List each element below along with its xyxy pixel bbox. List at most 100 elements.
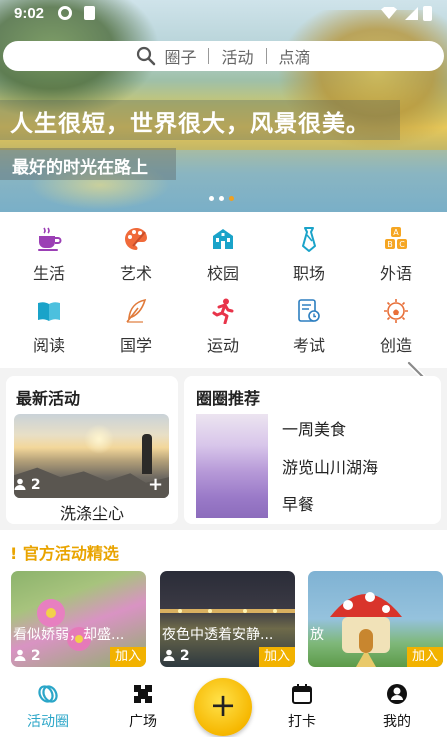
category-label: 国学 xyxy=(119,336,152,355)
category-reading[interactable]: 阅读 xyxy=(19,298,79,356)
signal-icon xyxy=(405,7,418,20)
member-count-value: 2 xyxy=(30,477,41,493)
palette-icon xyxy=(125,228,147,250)
category-workplace[interactable]: 职场 xyxy=(279,226,339,284)
app-screen: 9:02 圈子 活动 点滴 人生很短，世界很大，风景很美。 最好的时光在路上 生… xyxy=(0,0,447,737)
pager-dot-active xyxy=(229,196,234,201)
exam-paper-icon xyxy=(298,299,320,322)
status-time: 9:02 xyxy=(14,5,45,22)
lavender-field-image[interactable] xyxy=(196,414,268,518)
svg-text:C: C xyxy=(399,240,405,249)
search-tab-circles[interactable]: 圈子 xyxy=(164,44,196,68)
category-sinology[interactable]: 国学 xyxy=(106,298,166,356)
wifi-icon xyxy=(381,7,397,19)
category-label: 创造 xyxy=(379,336,412,355)
person-silhouette xyxy=(142,434,152,474)
coffee-cup-icon xyxy=(38,227,62,251)
banner-pager-dots xyxy=(209,196,234,201)
category-life[interactable]: 生活 xyxy=(19,226,79,284)
search-divider xyxy=(265,48,267,64)
member-count: 2 xyxy=(163,648,190,664)
nav-item-checkin[interactable]: 打卡 xyxy=(267,683,337,731)
svg-text:B: B xyxy=(387,240,393,249)
calendar-icon xyxy=(292,684,312,704)
user-profile-icon xyxy=(387,684,407,704)
lightbulb-gear-icon xyxy=(384,299,408,323)
pager-dot xyxy=(219,196,224,201)
latest-activity-card[interactable]: 最新活动 2 + 洗涤尘心 xyxy=(6,376,178,524)
member-count-value: 2 xyxy=(179,648,190,664)
latest-activity-title: 最新活动 xyxy=(16,389,81,408)
official-section-title: ! 官方活动精选 xyxy=(10,540,119,564)
running-person-icon xyxy=(212,298,234,324)
official-tile[interactable]: 放 加入 xyxy=(308,571,443,667)
category-language[interactable]: A B C 外语 xyxy=(366,226,426,284)
search-bar[interactable]: 圈子 活动 点滴 xyxy=(3,41,444,71)
join-button[interactable]: 加入 xyxy=(259,647,295,667)
plaza-grid-icon xyxy=(134,685,152,703)
recommend-item[interactable]: 一周美食 xyxy=(282,416,346,440)
recommend-card: 圈圈推荐 一周美食 游览山川湖海 早餐 xyxy=(184,376,441,524)
banner-subline: 最好的时光在路上 xyxy=(0,148,176,180)
member-count: 2 xyxy=(14,648,41,664)
person-icon xyxy=(14,649,26,661)
official-tile[interactable]: 看似娇弱，却盛... 2 加入 xyxy=(11,571,146,667)
person-icon xyxy=(163,649,175,661)
category-label: 运动 xyxy=(206,336,239,355)
status-bar: 9:02 xyxy=(0,0,447,28)
nav-label: 广场 xyxy=(129,714,157,730)
svg-text:A: A xyxy=(393,228,399,237)
add-fab-button[interactable]: + xyxy=(194,678,252,736)
battery-icon xyxy=(423,6,432,21)
hero-banner[interactable]: 9:02 圈子 活动 点滴 人生很短，世界很大，风景很美。 最好的时光在路上 xyxy=(0,0,447,212)
official-tile[interactable]: 夜色中透着安静... 2 加入 xyxy=(160,571,295,667)
join-button[interactable]: 加入 xyxy=(407,647,443,667)
nav-label: 活动圈 xyxy=(27,714,69,730)
banner-headline: 人生很短，世界很大，风景很美。 xyxy=(0,100,400,140)
school-building-icon xyxy=(213,229,233,249)
category-art[interactable]: 艺术 xyxy=(106,226,166,284)
category-campus[interactable]: 校园 xyxy=(193,226,253,284)
sim-card-icon xyxy=(84,6,95,20)
category-create[interactable]: 创造 xyxy=(366,298,426,356)
search-tab-activities[interactable]: 活动 xyxy=(221,44,253,68)
abc-blocks-icon: A B C xyxy=(385,227,407,249)
member-count: 2 xyxy=(14,477,41,493)
nav-item-mine[interactable]: 我的 xyxy=(362,683,432,731)
open-book-icon xyxy=(38,302,60,321)
official-title-text: 官方活动精选 xyxy=(22,544,119,563)
person-icon xyxy=(14,478,26,490)
tile-caption: 看似娇弱，却盛... xyxy=(13,627,125,643)
necktie-icon xyxy=(302,227,316,252)
exclamation-icon: ! xyxy=(10,544,18,563)
tile-caption: 夜色中透着安静... xyxy=(162,627,274,643)
search-divider xyxy=(208,48,210,64)
category-label: 考试 xyxy=(292,336,325,355)
recommend-item[interactable]: 游览山川湖海 xyxy=(282,454,378,478)
search-tab-moments[interactable]: 点滴 xyxy=(279,44,311,68)
category-label: 校园 xyxy=(206,264,239,283)
category-label: 阅读 xyxy=(32,336,65,355)
nav-item-activity-circle[interactable]: 活动圈 xyxy=(13,683,83,731)
tile-caption: 放 xyxy=(310,627,324,643)
category-label: 职场 xyxy=(292,264,325,283)
feather-quill-icon xyxy=(126,298,147,323)
category-exam[interactable]: 考试 xyxy=(279,298,339,356)
category-label: 外语 xyxy=(379,264,412,283)
gear-icon xyxy=(58,6,72,20)
member-count-value: 2 xyxy=(30,648,41,664)
nav-item-plaza[interactable]: 广场 xyxy=(108,683,178,731)
latest-activity-caption: 洗涤尘心 xyxy=(59,504,124,523)
category-label: 生活 xyxy=(32,264,65,283)
category-label: 艺术 xyxy=(119,264,152,283)
pager-dot xyxy=(209,196,214,201)
category-grid: 生活 艺术 校园 职场 A B C 外语 阅读 国学 运动 考试 创造 xyxy=(0,212,447,368)
recommend-item[interactable]: 早餐 xyxy=(282,491,314,515)
join-button[interactable]: 加入 xyxy=(110,647,146,667)
sunrise-image xyxy=(84,424,114,454)
nav-label: 打卡 xyxy=(288,714,316,730)
rings-icon xyxy=(38,685,58,703)
recommend-title: 圈圈推荐 xyxy=(196,389,261,408)
add-icon[interactable]: + xyxy=(148,474,163,495)
category-sports[interactable]: 运动 xyxy=(193,298,253,356)
